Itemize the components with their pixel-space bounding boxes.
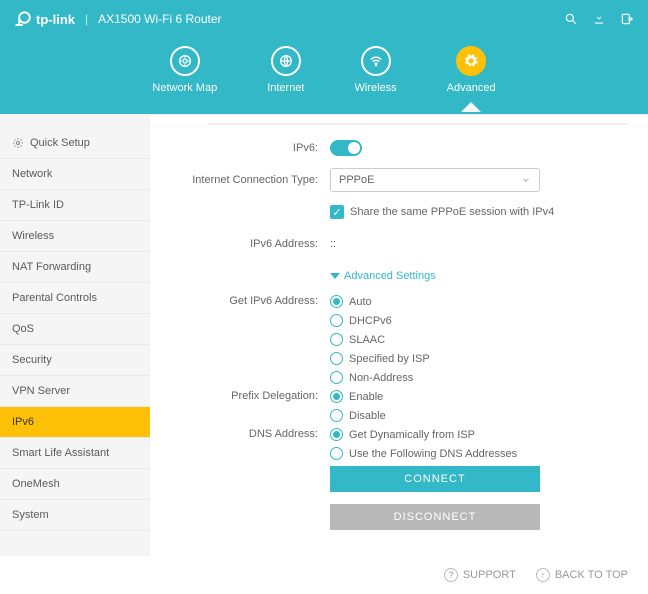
support-link[interactable]: ? SUPPORT bbox=[444, 568, 516, 582]
download-icon[interactable] bbox=[592, 12, 606, 26]
radio-get-addr-auto[interactable]: Auto bbox=[330, 295, 628, 308]
radio-dns-manual[interactable]: Use the Following DNS Addresses bbox=[330, 447, 628, 460]
conn-type-select[interactable]: PPPoE bbox=[330, 168, 540, 192]
nav-internet[interactable]: Internet bbox=[267, 46, 304, 94]
radio-get-addr-dhcpv6[interactable]: DHCPv6 bbox=[330, 314, 628, 327]
sidebar-item-tplink-id[interactable]: TP-Link ID bbox=[0, 190, 150, 221]
arrow-up-icon: ↑ bbox=[536, 568, 550, 582]
header-tools bbox=[564, 12, 634, 26]
logout-icon[interactable] bbox=[620, 12, 634, 26]
sidebar-item-qos[interactable]: QoS bbox=[0, 314, 150, 345]
sidebar-item-quick-setup[interactable]: Quick Setup bbox=[0, 128, 150, 159]
network-map-icon bbox=[177, 53, 193, 69]
globe-icon bbox=[278, 53, 294, 69]
sidebar-item-security[interactable]: Security bbox=[0, 345, 150, 376]
nav-wireless[interactable]: Wireless bbox=[355, 46, 397, 94]
ipv6-toggle[interactable] bbox=[330, 140, 362, 156]
radio-prefix-disable[interactable]: Disable bbox=[330, 409, 628, 422]
radio-get-addr-slaac[interactable]: SLAAC bbox=[330, 333, 628, 346]
chevron-down-icon bbox=[521, 175, 531, 185]
sidebar-item-smart[interactable]: Smart Life Assistant bbox=[0, 438, 150, 469]
support-icon: ? bbox=[444, 568, 458, 582]
header-divider: | bbox=[85, 12, 88, 26]
check-icon: ✓ bbox=[330, 205, 344, 219]
nav-network-map[interactable]: Network Map bbox=[152, 46, 217, 94]
sidebar-item-nat[interactable]: NAT Forwarding bbox=[0, 252, 150, 283]
sidebar-item-parental[interactable]: Parental Controls bbox=[0, 283, 150, 314]
tplink-logo-icon bbox=[14, 10, 32, 28]
sidebar-item-system[interactable]: System bbox=[0, 500, 150, 531]
triangle-down-icon bbox=[330, 273, 340, 279]
radio-prefix-enable[interactable]: Enable bbox=[330, 390, 628, 403]
radio-get-addr-nonaddr[interactable]: Non-Address bbox=[330, 371, 628, 384]
sidebar-item-network[interactable]: Network bbox=[0, 159, 150, 190]
radio-dns-dynamic[interactable]: Get Dynamically from ISP bbox=[330, 428, 628, 441]
sidebar-item-onemesh[interactable]: OneMesh bbox=[0, 469, 150, 500]
brand-logo: tp-link bbox=[14, 10, 75, 28]
dns-label: DNS Address: bbox=[160, 428, 330, 440]
ipv6-label: IPv6: bbox=[160, 142, 330, 154]
sidebar-item-vpn[interactable]: VPN Server bbox=[0, 376, 150, 407]
radio-get-addr-isp[interactable]: Specified by ISP bbox=[330, 352, 628, 365]
content-panel: IPv6: Internet Connection Type: PPPoE ✓ … bbox=[150, 114, 648, 556]
conn-type-label: Internet Connection Type: bbox=[160, 174, 330, 186]
nav-advanced[interactable]: Advanced bbox=[447, 46, 496, 94]
advanced-settings-link[interactable]: Advanced Settings bbox=[330, 270, 628, 282]
connect-button[interactable]: CONNECT bbox=[330, 466, 540, 492]
back-to-top-link[interactable]: ↑ BACK TO TOP bbox=[536, 568, 628, 582]
gear-icon bbox=[12, 137, 24, 149]
disconnect-button[interactable]: DISCONNECT bbox=[330, 504, 540, 530]
sidebar: Quick Setup Network TP-Link ID Wireless … bbox=[0, 114, 150, 556]
header: tp-link | AX1500 Wi-Fi 6 Router Network … bbox=[0, 0, 648, 114]
product-name: AX1500 Wi-Fi 6 Router bbox=[98, 12, 221, 26]
sidebar-item-wireless[interactable]: Wireless bbox=[0, 221, 150, 252]
gear-icon bbox=[463, 53, 479, 69]
prefix-label: Prefix Delegation: bbox=[160, 390, 330, 402]
share-session-checkbox[interactable]: ✓ Share the same PPPoE session with IPv4 bbox=[330, 205, 628, 219]
get-ipv6-label: Get IPv6 Address: bbox=[160, 295, 330, 307]
ipv6-address-label: IPv6 Address: bbox=[160, 238, 330, 250]
footer: ? SUPPORT ↑ BACK TO TOP bbox=[0, 556, 648, 594]
wifi-icon bbox=[368, 53, 384, 69]
sidebar-item-ipv6[interactable]: IPv6 bbox=[0, 407, 150, 438]
main-nav: Network Map Internet Wireless Advanced bbox=[0, 28, 648, 94]
ipv6-address-value: :: bbox=[330, 238, 336, 250]
brand-text: tp-link bbox=[36, 12, 75, 27]
search-icon[interactable] bbox=[564, 12, 578, 26]
